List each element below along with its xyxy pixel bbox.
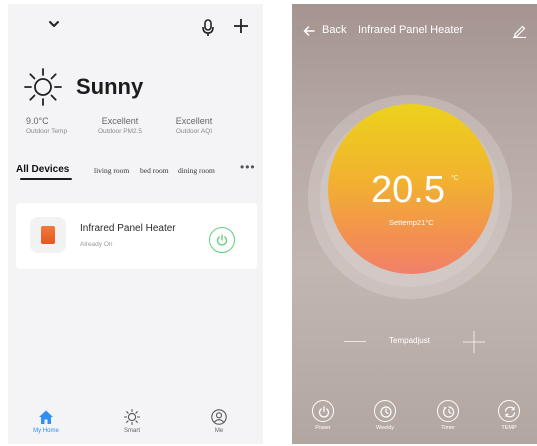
- clock-icon: [380, 406, 392, 418]
- more-icon[interactable]: •••: [240, 160, 256, 174]
- home-icon: [39, 410, 53, 424]
- timer-button-label: Timer: [441, 425, 455, 431]
- tab-living-room[interactable]: living room: [94, 166, 129, 175]
- power-icon: [318, 406, 330, 418]
- outdoor-aqi-label: Outdoor AQI: [175, 128, 213, 135]
- refresh-icon: [504, 406, 516, 418]
- home-topbar: [8, 4, 263, 48]
- power-toggle-button[interactable]: [209, 227, 235, 253]
- heater-icon: [41, 226, 55, 244]
- active-tab-indicator: [20, 178, 72, 180]
- outdoor-pm25: Excellent Outdoor PM2.5: [96, 116, 144, 135]
- sun-icon: [24, 68, 62, 106]
- home-screen: Sunny 9.0°C Outdoor Temp Excellent Outdo…: [8, 4, 263, 444]
- back-button[interactable]: Back: [322, 24, 346, 36]
- outdoor-aqi-value: Excellent: [175, 116, 213, 126]
- outdoor-temp-value: 9.0°C: [26, 116, 49, 126]
- temperature-unit: °C: [451, 175, 459, 182]
- set-temperature: Settemp21°C: [389, 218, 434, 227]
- weather-condition: Sunny: [76, 74, 144, 99]
- edit-icon[interactable]: [511, 24, 527, 38]
- device-name: Infrared Panel Heater: [80, 223, 176, 234]
- tab-all-devices[interactable]: All Devices: [16, 164, 69, 175]
- nav-smart-label: Smart: [123, 428, 140, 434]
- chevron-down-icon[interactable]: [46, 16, 62, 32]
- device-status: Already On: [80, 241, 113, 248]
- add-icon[interactable]: [232, 17, 250, 35]
- profile-icon: [211, 409, 227, 425]
- weekly-button-label: Weekly: [376, 425, 394, 431]
- temp-mode-button-label: TEMP: [501, 425, 517, 431]
- nav-me[interactable]: Me: [194, 408, 244, 434]
- nav-my-home[interactable]: My Home: [21, 408, 71, 434]
- current-temperature: 20.5: [371, 169, 445, 211]
- temp-mode-button[interactable]: TEMP: [489, 400, 529, 431]
- outdoor-pm25-value: Excellent: [101, 116, 139, 126]
- nav-my-home-label: My Home: [33, 428, 59, 434]
- power-icon: [216, 234, 228, 246]
- weekly-button[interactable]: Weekly: [365, 400, 405, 431]
- microphone-icon[interactable]: [200, 18, 216, 38]
- smart-sun-icon: [123, 408, 141, 426]
- outdoor-pm25-label: Outdoor PM2.5: [97, 128, 143, 135]
- tab-bed-room[interactable]: bed room: [140, 166, 169, 175]
- back-arrow-icon[interactable]: [302, 24, 316, 38]
- heater-icon-tile: [30, 217, 66, 253]
- device-card[interactable]: Infrared Panel Heater Already On: [16, 203, 257, 269]
- temp-increase-button[interactable]: [462, 330, 486, 354]
- timer-icon: [442, 406, 455, 418]
- nav-smart[interactable]: Smart: [107, 408, 157, 434]
- heater-detail-screen: Back Infrared Panel Heater 20.5 °C Sette…: [292, 4, 537, 444]
- power-button-label: Power: [315, 425, 331, 431]
- room-tabs: All Devices living room bed room dining …: [16, 160, 256, 184]
- nav-me-label: Me: [214, 428, 224, 434]
- timer-button[interactable]: Timer: [428, 400, 468, 431]
- temp-adjust-label: Tempadjust: [389, 336, 430, 345]
- outdoor-aqi: Excellent Outdoor AQI: [168, 116, 220, 135]
- outdoor-temp-label: Outdoor Temp: [26, 128, 68, 135]
- bottom-nav: My Home Smart Me: [8, 408, 263, 444]
- power-button[interactable]: Power: [303, 400, 343, 431]
- tab-dining-room[interactable]: dining room: [178, 166, 215, 175]
- page-title: Infrared Panel Heater: [358, 24, 464, 36]
- temp-decrease-button[interactable]: [344, 341, 366, 342]
- outdoor-temp: 9.0°C Outdoor Temp: [26, 116, 67, 135]
